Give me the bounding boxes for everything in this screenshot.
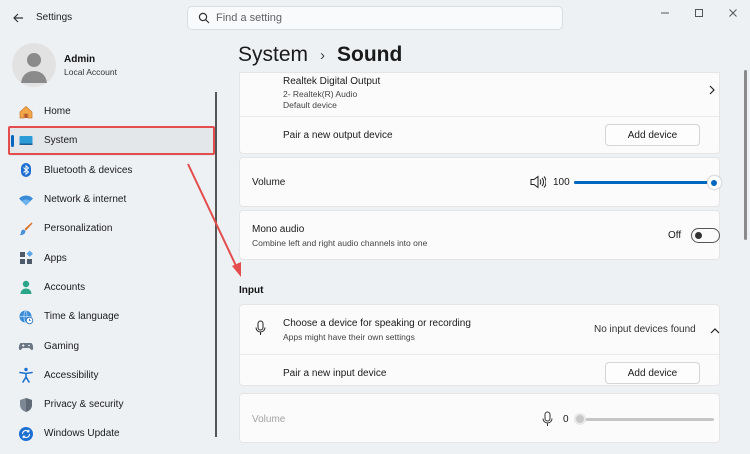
collapse-input-button[interactable] <box>710 325 720 337</box>
pair-input-label: Pair a new input device <box>283 368 387 379</box>
input-section-title: Input <box>239 285 264 296</box>
input-volume-card: Volume 0 <box>239 393 720 443</box>
microphone-icon <box>542 411 553 426</box>
choose-input-title: Choose a device for speaking or recordin… <box>283 318 471 329</box>
input-volume-track <box>580 418 714 421</box>
input-volume-thumb[interactable] <box>574 413 586 425</box>
input-device-card: Choose a device for speaking or recordin… <box>239 304 720 386</box>
input-volume-value: 0 <box>563 414 569 425</box>
row-divider <box>240 354 719 355</box>
input-mic-button[interactable] <box>542 411 553 430</box>
content-scrollbar[interactable] <box>744 70 747 240</box>
choose-input-subtitle: Apps might have their own settings <box>283 332 415 342</box>
input-volume-label: Volume <box>252 414 286 425</box>
microphone-icon <box>255 320 266 335</box>
chevron-up-icon <box>710 328 720 334</box>
no-input-devices-text: No input devices found <box>594 324 696 335</box>
microphone-icon-wrap <box>255 320 266 339</box>
add-input-device-button[interactable]: Add device <box>605 362 700 384</box>
